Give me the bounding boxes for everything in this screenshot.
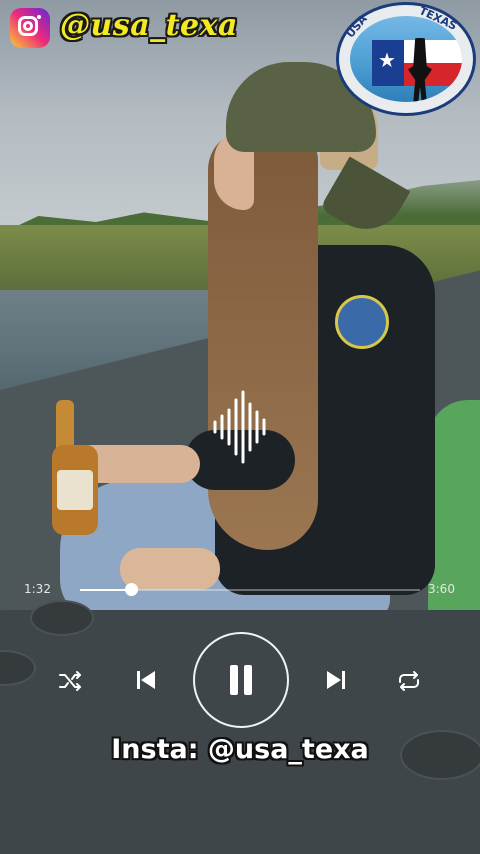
next-icon (327, 671, 345, 689)
next-button[interactable] (320, 664, 352, 696)
usa-texas-logo: ★ USA TEXAS (336, 2, 478, 120)
pause-icon (230, 665, 252, 695)
pause-button[interactable] (193, 632, 289, 728)
instagram-icon[interactable] (6, 4, 54, 52)
shuffle-button[interactable] (56, 666, 86, 696)
player-overlay: @usa_texa ★ USA TEXAS 1:32 3:60 Insta: @… (0, 0, 480, 854)
shuffle-icon (59, 671, 81, 691)
progress-knob[interactable] (125, 583, 138, 596)
caption-text: Insta: @usa_texa (111, 734, 369, 765)
audio-wave-icon (213, 390, 266, 464)
account-handle[interactable]: @usa_texa (60, 8, 238, 43)
previous-icon (137, 671, 155, 689)
repeat-button[interactable] (394, 666, 424, 696)
repeat-icon (399, 671, 419, 691)
current-time: 1:32 (24, 582, 51, 596)
progress-fill (80, 589, 131, 591)
star-icon: ★ (378, 48, 396, 72)
total-time: 3:60 (428, 582, 455, 596)
previous-button[interactable] (130, 664, 162, 696)
